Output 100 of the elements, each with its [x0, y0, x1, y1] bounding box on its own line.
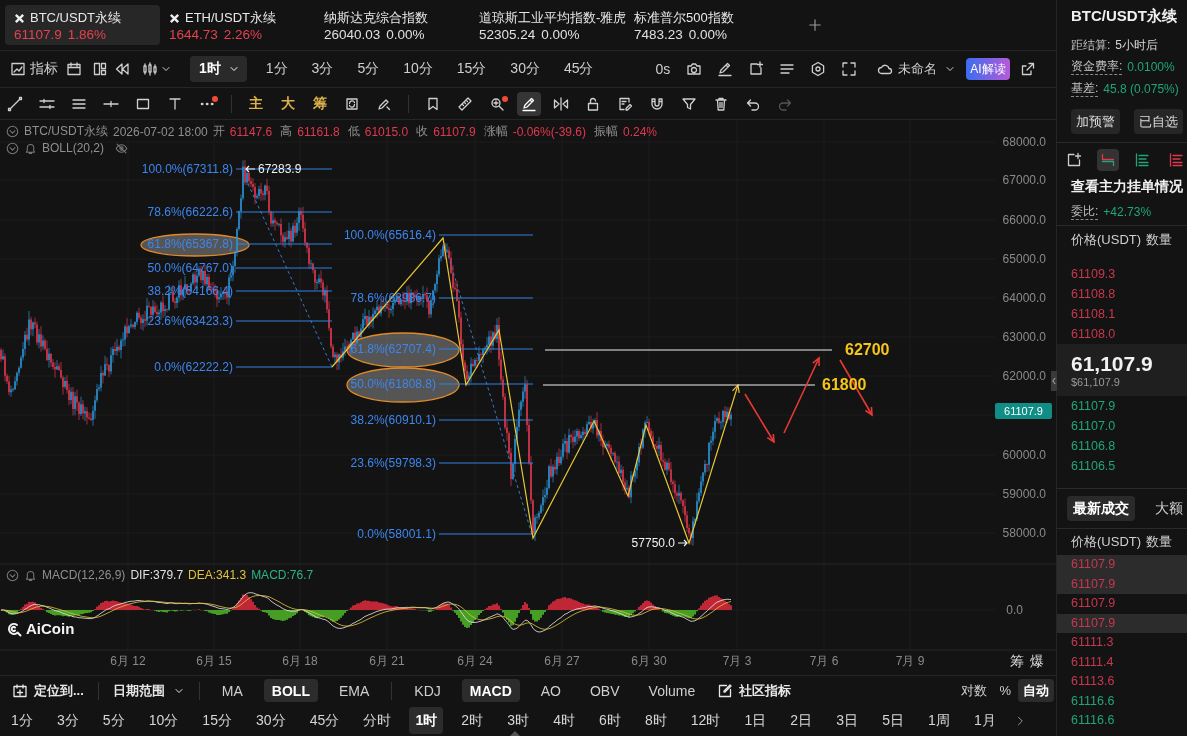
share-icon[interactable]	[1019, 61, 1036, 77]
rewind-icon[interactable]	[114, 61, 130, 77]
quote-value: 61107.9	[433, 124, 476, 139]
candlestick-icon[interactable]	[142, 61, 158, 77]
ticker-tab[interactable]: 纳斯达克综合指数 26040.03 0.00%	[315, 5, 470, 45]
chart-toggle-button[interactable]: 爆	[1030, 652, 1044, 670]
settings-icon[interactable]	[810, 61, 827, 77]
period-button[interactable]: 5分	[96, 707, 131, 734]
period-button[interactable]: 4时	[547, 707, 581, 734]
period-button[interactable]: 2日	[784, 707, 819, 734]
collapse-handle-icon[interactable]	[1051, 370, 1057, 392]
period-button[interactable]: 3分	[50, 707, 85, 734]
price-axis-label: 63000.0	[1002, 329, 1046, 345]
date-axis-label: 7月 9	[895, 653, 925, 669]
drawing-tool-button[interactable]: 主	[244, 91, 268, 116]
interval-button[interactable]: 15分	[456, 60, 487, 78]
period-button[interactable]: 3日	[830, 707, 865, 734]
period-button[interactable]: 1月	[967, 707, 1002, 734]
pencil-icon[interactable]	[717, 61, 734, 77]
indicator-toggle[interactable]: OBV	[582, 679, 628, 702]
indicator-toggle[interactable]: KDJ	[406, 679, 449, 702]
trades-tab[interactable]: 最新成交	[1067, 496, 1135, 521]
interval-button[interactable]: 5分	[357, 60, 380, 78]
drawing-tool-button[interactable]: 大	[276, 91, 300, 116]
trades-tab[interactable]: 大额	[1149, 496, 1187, 521]
ratio-label: 委比:	[1071, 204, 1099, 220]
trade-row-text: 61116.6	[1070, 712, 1116, 729]
price-axis-label: 65000.0	[1002, 251, 1046, 267]
camera-icon[interactable]	[686, 61, 703, 77]
period-button[interactable]: 5日	[876, 707, 910, 734]
indicator-toggle[interactable]: BOLL	[263, 679, 318, 702]
ai-read-button[interactable]: AI解读	[966, 58, 1010, 80]
fib-level-label: 78.6%(66222.6)	[147, 204, 233, 220]
interval-button[interactable]: 10分	[403, 60, 433, 78]
split-order-book-icon	[1100, 152, 1116, 168]
drawing-tool-button[interactable]	[517, 91, 541, 116]
community-indicators-button[interactable]: 社区指标	[717, 681, 792, 700]
calendar-icon[interactable]	[66, 61, 82, 77]
period-button[interactable]: 分时	[357, 707, 398, 734]
interval-button[interactable]: 30分	[510, 60, 540, 78]
scale-toggle[interactable]: 自动	[1018, 679, 1054, 702]
interval-dropdown[interactable]: 1时	[190, 56, 247, 82]
scale-toggle[interactable]: %	[994, 679, 1016, 702]
marker-label: 67283.9	[258, 161, 302, 177]
indicator-toggle[interactable]: MA	[213, 679, 251, 702]
period-button[interactable]: 15分	[196, 707, 238, 734]
drawing-tool-button[interactable]: 筹	[308, 91, 332, 116]
interval-button[interactable]: 1分	[265, 60, 288, 78]
date-axis-label: 7月 3	[722, 653, 752, 669]
fib-level-label: 0.0%(58001.1)	[357, 526, 436, 542]
fib-level-label: 50.0%(61808.8)	[350, 376, 436, 392]
collapse-chevron-icon[interactable]	[6, 125, 19, 138]
period-button[interactable]: 10分	[142, 707, 185, 734]
column-header: 数量	[1146, 231, 1173, 249]
layout-grid-icon[interactable]	[92, 61, 108, 77]
ticker-name: ETH/USDT永续	[185, 9, 276, 27]
period-button[interactable]: 45分	[303, 707, 346, 734]
indicators-button[interactable]: 指标	[10, 60, 58, 78]
add-note-icon[interactable]	[748, 61, 765, 77]
ticker-tab[interactable]: ETH/USDT永续 1644.73 2.26%	[160, 5, 315, 45]
bell-icon[interactable]	[24, 568, 37, 582]
fullscreen-icon[interactable]	[841, 61, 858, 77]
ticker-price: 26040.03	[324, 27, 381, 42]
period-button[interactable]: 8时	[638, 707, 673, 734]
panel-button[interactable]: 加预警	[1071, 109, 1120, 134]
fib-level-label: 61.8%(62707.4)	[350, 341, 436, 357]
interval-button[interactable]: 45分	[563, 60, 594, 78]
panel-button[interactable]: 已自选	[1134, 109, 1183, 134]
indicator-toggle[interactable]: MACD	[461, 679, 520, 702]
add-tab-icon[interactable]	[808, 18, 822, 32]
scale-toggle[interactable]: 对数	[956, 679, 993, 702]
list-icon[interactable]	[779, 61, 796, 77]
indicator-toggle[interactable]: Volume	[640, 679, 704, 702]
indicator-toggle[interactable]: AO	[532, 679, 569, 702]
view-mode-button[interactable]	[1097, 149, 1119, 171]
period-button[interactable]: 30分	[250, 707, 292, 734]
period-button[interactable]: 3时	[501, 707, 536, 734]
layout-dropdown[interactable]: 未命名	[877, 60, 957, 78]
collapse-chevron-icon[interactable]	[6, 141, 19, 155]
period-button[interactable]: 2时	[455, 707, 490, 734]
bell-icon[interactable]	[24, 141, 37, 155]
interval-button[interactable]: 3分	[311, 60, 334, 78]
period-button[interactable]: 6时	[593, 707, 627, 734]
ticker-tab[interactable]: BTC/USDT永续 61107.9 1.86%	[5, 5, 160, 45]
mid-price: 61,107.9	[1071, 352, 1154, 376]
period-button[interactable]: 1分	[5, 707, 39, 734]
period-button[interactable]: 1时	[409, 707, 444, 734]
period-button[interactable]: 1日	[738, 707, 773, 734]
indicator-toggle[interactable]: EMA	[330, 679, 378, 702]
eye-off-icon[interactable]	[115, 141, 129, 155]
locate-button[interactable]: 定位到...	[12, 681, 84, 700]
ticker-tab[interactable]: 标准普尔500指数 7483.23 0.00%	[625, 5, 780, 45]
fib-level-label: 38.2%(60910.1)	[350, 412, 436, 428]
period-button[interactable]: 12时	[684, 707, 727, 734]
collapse-chevron-icon[interactable]	[6, 568, 19, 582]
period-button[interactable]: 1周	[922, 707, 956, 734]
chart-toggle-button[interactable]: 筹	[1010, 652, 1024, 670]
date-range-dropdown[interactable]: 日期范围	[112, 681, 185, 700]
stat-value: 5小时后	[1115, 36, 1159, 54]
ticker-tab[interactable]: 道琼斯工业平均指数-雅虎 52305.24 0.00%	[470, 5, 625, 45]
